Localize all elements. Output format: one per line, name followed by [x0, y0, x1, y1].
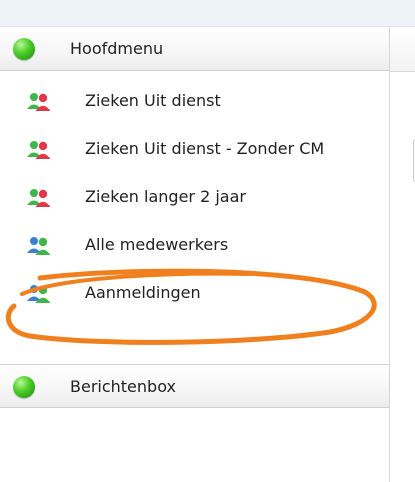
sidebar-item-label: Zieken Uit dienst - Zonder CM — [85, 139, 325, 158]
green-status-icon — [13, 376, 35, 398]
sidebar-item-alle-medewerkers[interactable]: Alle medewerkers — [0, 224, 389, 268]
section-header-hoofdmenu[interactable]: Hoofdmenu — [0, 27, 389, 71]
users-red-green-icon — [27, 189, 51, 207]
sidebar-item-label: Zieken langer 2 jaar — [85, 187, 246, 206]
main-header — [390, 27, 415, 72]
section-header-berichtenbox[interactable]: Berichtenbox — [0, 364, 389, 408]
section-title: Berichtenbox — [70, 377, 176, 396]
app-window: Hoofdmenu Zieken Uit dienst Zieken Uit d… — [0, 0, 415, 482]
green-status-icon — [13, 38, 35, 60]
users-red-green-icon — [27, 93, 51, 111]
sidebar-item-zieken-uit-dienst-zonder-cm[interactable]: Zieken Uit dienst - Zonder CM — [0, 128, 389, 172]
sidebar: Hoofdmenu Zieken Uit dienst Zieken Uit d… — [0, 27, 390, 482]
sidebar-item-zieken-langer-2-jaar[interactable]: Zieken langer 2 jaar — [0, 176, 389, 220]
main-content-area — [390, 27, 415, 482]
users-red-green-icon — [27, 141, 51, 159]
sidebar-item-aanmeldingen[interactable]: Aanmeldingen — [0, 272, 389, 316]
sidebar-item-label: Zieken Uit dienst — [85, 91, 221, 110]
sidebar-item-label: Alle medewerkers — [85, 235, 229, 254]
sidebar-item-label: Aanmeldingen — [85, 283, 201, 302]
top-bar — [0, 0, 415, 27]
users-blue-green-icon — [27, 237, 51, 255]
sidebar-item-zieken-uit-dienst[interactable]: Zieken Uit dienst — [0, 80, 389, 124]
section-title: Hoofdmenu — [70, 39, 164, 58]
users-blue-green-icon — [27, 285, 51, 303]
